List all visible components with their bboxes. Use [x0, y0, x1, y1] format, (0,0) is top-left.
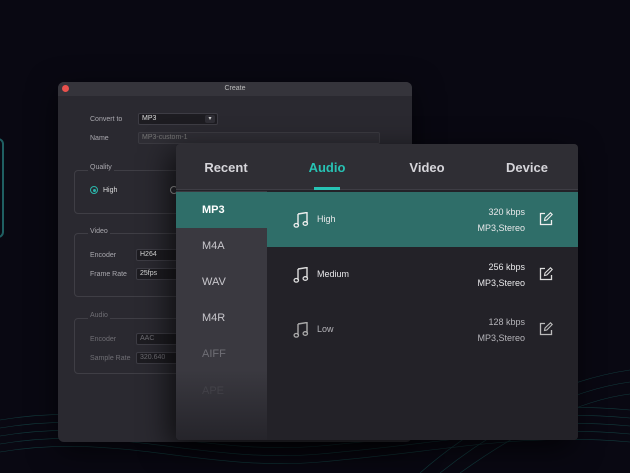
close-dot-icon[interactable]: [62, 85, 69, 92]
name-field[interactable]: MP3-custom-1: [138, 132, 380, 144]
format-list: MP3 M4A WAV M4R AIFF APE: [176, 191, 267, 440]
video-encoder-value: H264: [140, 251, 157, 258]
edit-icon[interactable]: [539, 322, 553, 336]
preset-bitrate: 256 kbps: [488, 262, 525, 272]
music-note-icon: [293, 322, 309, 338]
tab-recent[interactable]: Recent: [186, 160, 266, 175]
preset-codec: MP3,Stereo: [477, 333, 525, 343]
format-item-wav[interactable]: WAV: [176, 264, 267, 300]
format-item-ape[interactable]: APE: [176, 373, 267, 409]
tab-device[interactable]: Device: [487, 160, 567, 175]
sample-rate-value: 320.640: [140, 354, 166, 361]
convert-to-value: MP3: [142, 115, 157, 122]
format-item-aiff[interactable]: AIFF: [176, 336, 267, 372]
convert-to-label: Convert to: [90, 116, 123, 123]
preset-codec: MP3,Stereo: [477, 223, 525, 233]
format-tabs: Recent Audio Video Device: [176, 144, 578, 190]
music-note-icon: [293, 267, 309, 283]
audio-group-title: Audio: [88, 312, 110, 319]
preset-row-medium[interactable]: Medium 256 kbps MP3,Stereo: [267, 247, 578, 302]
preset-codec: MP3,Stereo: [477, 278, 525, 288]
chevron-down-icon: ▾: [205, 115, 215, 123]
frame-rate-label: Frame Rate: [90, 271, 127, 278]
name-label: Name: [90, 135, 109, 142]
active-tab-indicator: [314, 187, 340, 190]
preset-name: High: [317, 214, 336, 224]
preset-name: Medium: [317, 269, 350, 279]
format-panel: Recent Audio Video Device MP3 M4A WAV M4…: [176, 144, 578, 440]
format-item-m4r[interactable]: M4R: [176, 300, 267, 336]
convert-to-select[interactable]: MP3 ▾: [138, 113, 218, 125]
name-value: MP3-custom-1: [142, 134, 188, 141]
preset-name: Low: [317, 324, 334, 334]
video-encoder-label: Encoder: [90, 252, 117, 259]
audio-encoder-label: Encoder: [90, 336, 117, 343]
preset-row-low[interactable]: Low 128 kbps MP3,Stereo: [267, 302, 578, 357]
edit-icon[interactable]: [539, 212, 553, 226]
sample-rate-label: Sample Rate: [90, 355, 131, 362]
video-group-title: Video: [88, 228, 110, 235]
create-title-bar: Create: [58, 82, 412, 96]
preset-bitrate: 128 kbps: [488, 317, 525, 327]
quality-high-radio[interactable]: [90, 186, 98, 194]
frame-rate-value: 25fps: [140, 270, 158, 277]
format-item-mp3[interactable]: MP3: [176, 192, 267, 228]
tab-video[interactable]: Video: [387, 160, 467, 175]
create-window-title: Create: [224, 85, 246, 92]
audio-encoder-value: AAC: [140, 335, 155, 342]
format-item-m4a[interactable]: M4A: [176, 228, 267, 264]
preset-row-high[interactable]: High 320 kbps MP3,Stereo: [267, 192, 578, 247]
preset-list: High 320 kbps MP3,Stereo Medium 256 kbps…: [267, 191, 578, 440]
music-note-icon: [293, 212, 309, 228]
tab-audio[interactable]: Audio: [287, 160, 367, 175]
quality-group-title: Quality: [88, 164, 114, 171]
background-edge-shape: [0, 138, 4, 238]
quality-high-label: High: [103, 187, 118, 194]
preset-bitrate: 320 kbps: [488, 207, 525, 217]
edit-icon[interactable]: [539, 267, 553, 281]
